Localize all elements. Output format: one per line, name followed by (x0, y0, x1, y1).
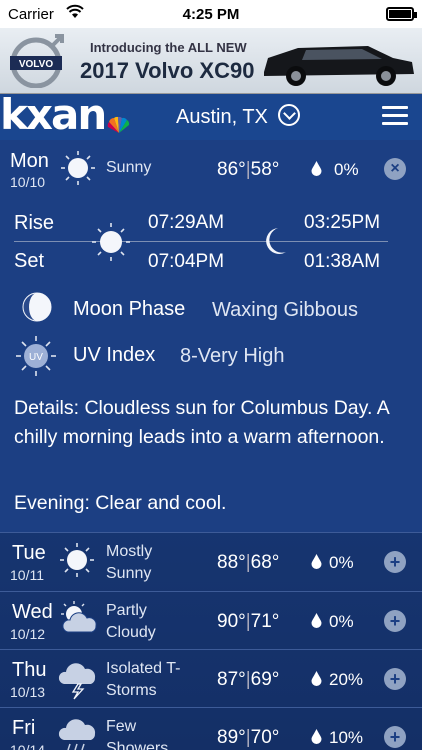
sun-icon (60, 150, 96, 186)
moon-phase-icon (22, 292, 52, 322)
today-date: 10/10 (10, 174, 46, 190)
hamburger-menu-icon[interactable] (382, 106, 408, 126)
forecast-condition: Few Showers (106, 718, 169, 750)
evening-forecast: Evening: Clear and cool. (14, 492, 227, 514)
forecast-details: Details: Cloudless sun for Columbus Day.… (14, 397, 389, 448)
raindrop-icon (311, 729, 322, 744)
raindrop-icon (311, 671, 322, 686)
forecast-temps: 90°|71° (217, 611, 280, 632)
forecast-day: Thu (12, 659, 47, 681)
forecast-precip: 0% (329, 612, 354, 631)
sun-icon (58, 541, 96, 579)
kxan-logo: kxan (0, 90, 107, 139)
forecast-day: Fri (12, 717, 36, 739)
moon-icon (262, 226, 288, 256)
today-condition: Sunny (106, 159, 152, 176)
forecast-temps: 88°|68° (217, 552, 280, 573)
moon-phase-label: Moon Phase (73, 298, 186, 320)
forecast-condition: Partly Cloudy (106, 602, 156, 641)
forecast-condition: Mostly Sunny (106, 543, 153, 582)
moonset-time: 01:38AM (304, 251, 381, 272)
ad-headline: 2017 Volvo XC90 (80, 58, 255, 83)
expand-day-button[interactable]: + (384, 551, 406, 573)
rise-label: Rise (14, 212, 55, 234)
thunderstorm-icon (58, 658, 100, 700)
today-temps: 86°|58° (217, 159, 280, 180)
raindrop-icon (311, 613, 322, 628)
sunrise-icon (90, 221, 132, 263)
forecast-precip: 20% (329, 670, 364, 689)
today-precip: 0% (334, 160, 359, 179)
car-image (258, 34, 418, 90)
chevron-down-icon[interactable] (278, 104, 300, 126)
forecast-precip: 10% (329, 728, 364, 747)
status-bar: Carrier 4:25 PM (0, 0, 422, 28)
moonrise-time: 03:25PM (304, 212, 381, 233)
nbc-peacock-icon (106, 116, 132, 134)
forecast-temps: 89°|70° (217, 727, 280, 748)
volvo-logo: VOLVO (8, 34, 68, 88)
today-detail-panel: Mon 10/10 Sunny 86°|58° 0% × Rise Set 07… (0, 140, 422, 532)
forecast-date: 10/12 (10, 626, 46, 642)
clock: 4:25 PM (182, 6, 240, 23)
forecast-date: 10/14 (10, 742, 46, 750)
raindrop-icon (311, 554, 322, 569)
partly-cloudy-icon (58, 600, 100, 638)
forecast-temps: 87°|69° (217, 669, 280, 690)
raindrop-icon (311, 161, 322, 176)
city-selector[interactable]: Austin, TX (176, 106, 268, 129)
expand-day-button[interactable]: + (384, 726, 406, 748)
uv-icon-text: UV (29, 352, 43, 363)
horizon-line (14, 241, 388, 242)
forecast-row[interactable]: Thu 10/13 Isolated T- Storms 87°|69° 20% + (0, 649, 422, 707)
forecast-row[interactable]: Fri 10/14 Few Showers 89°|70° 10% + (0, 707, 422, 750)
ad-headline-small: Introducing the ALL NEW (90, 40, 247, 55)
expand-day-button[interactable]: + (384, 668, 406, 690)
app-header: kxan Austin, TX (0, 94, 422, 140)
set-label: Set (14, 250, 45, 272)
forecast-row[interactable]: Wed 10/12 Partly Cloudy 90°|71° 0% + (0, 591, 422, 649)
forecast-day: Wed (12, 601, 53, 623)
ad-banner[interactable]: VOLVO Introducing the ALL NEW 2017 Volvo… (0, 28, 422, 94)
sunset-time: 07:04PM (148, 251, 225, 272)
forecast-date: 10/13 (10, 684, 46, 700)
close-detail-button[interactable]: × (384, 158, 406, 180)
moon-phase-value: Waxing Gibbous (212, 299, 358, 321)
sunrise-time: 07:29AM (148, 212, 225, 233)
forecast-precip: 0% (329, 553, 354, 572)
today-day: Mon (10, 150, 49, 172)
battery-icon (386, 7, 417, 21)
forecast-condition: Isolated T- Storms (106, 660, 181, 699)
forecast-row[interactable]: Tue 10/11 Mostly Sunny 88°|68° 0% + (0, 532, 422, 590)
ad-brand: VOLVO (19, 59, 53, 70)
rain-icon (58, 716, 100, 750)
uv-index-icon: UV (14, 334, 58, 378)
forecast-day: Tue (12, 542, 46, 564)
uv-index-value: 8-Very High (180, 345, 285, 367)
expand-day-button[interactable]: + (384, 610, 406, 632)
uv-index-label: UV Index (73, 344, 156, 366)
forecast-date: 10/11 (10, 567, 44, 583)
